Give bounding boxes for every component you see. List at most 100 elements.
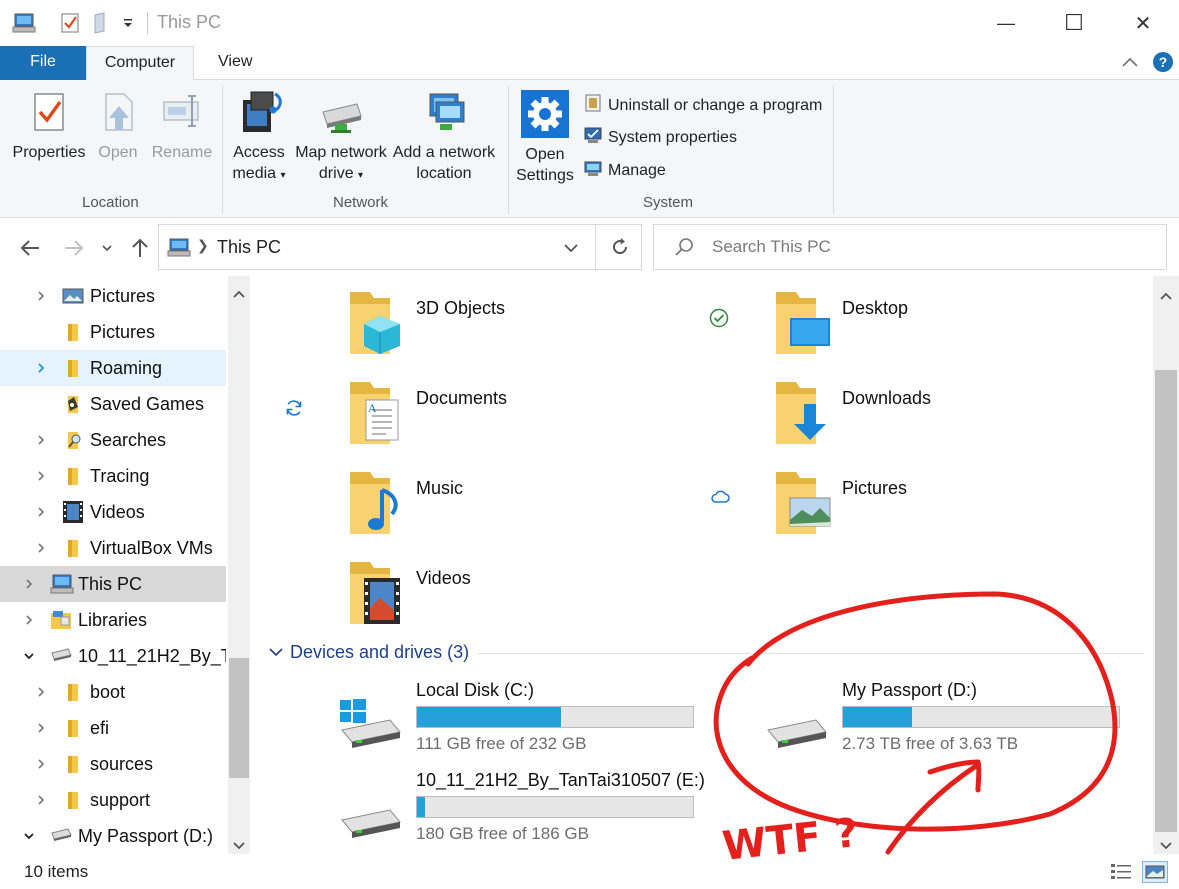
chevron-down-icon[interactable]	[22, 829, 36, 843]
help-icon[interactable]: ?	[1152, 51, 1174, 78]
chevron-down-icon[interactable]	[268, 646, 284, 658]
nav-pane-scrollbar[interactable]	[228, 276, 250, 854]
chevron-down-icon[interactable]	[22, 649, 36, 663]
manage-button[interactable]: Manage	[584, 159, 666, 182]
nav-item-pictures[interactable]: Pictures	[0, 314, 226, 350]
details-view-icon[interactable]	[1110, 862, 1132, 887]
back-button[interactable]	[18, 236, 42, 260]
nav-pane-scroll-thumb[interactable]	[229, 658, 249, 778]
item-count: 10 items	[24, 862, 89, 881]
content-scrollbar[interactable]	[1153, 276, 1179, 854]
nav-item-efi[interactable]: efi	[0, 710, 226, 746]
search-input[interactable]	[712, 233, 1152, 261]
cloud-icon	[709, 488, 731, 511]
minimize-button[interactable]: —	[977, 0, 1035, 46]
windows-drive-icon	[340, 699, 401, 748]
nav-item-virtualbox-vms[interactable]: VirtualBox VMs	[0, 530, 226, 566]
folder-icon	[62, 357, 84, 379]
usage-bar	[416, 706, 694, 728]
large-icons-view-icon[interactable]	[1142, 861, 1168, 883]
access-media-icon	[237, 90, 282, 134]
pictures-folder-icon	[776, 472, 831, 534]
chevron-right-icon[interactable]	[34, 433, 48, 447]
folder-3d-objects[interactable]: 3D Objects	[346, 288, 746, 368]
properties-button[interactable]: Properties	[10, 90, 88, 163]
navigation-pane: Pictures Pictures Roaming Saved Games Se…	[0, 276, 252, 854]
rename-button[interactable]: Rename	[150, 90, 214, 163]
nav-item-pictures[interactable]: Pictures	[0, 278, 226, 314]
folder-downloads[interactable]: Downloads	[772, 378, 1172, 458]
nav-item-boot[interactable]: boot	[0, 674, 226, 710]
properties-quick-icon[interactable]	[56, 10, 84, 36]
chevron-right-icon[interactable]	[34, 685, 48, 699]
tab-file[interactable]: File	[0, 46, 86, 80]
nav-item-my-passport[interactable]: My Passport (D:)	[0, 818, 226, 854]
syncing-icon	[284, 398, 304, 423]
scroll-down-icon[interactable]	[1159, 836, 1173, 856]
search-icon	[674, 237, 694, 262]
maximize-button[interactable]: ☐	[1045, 0, 1103, 46]
breadcrumb[interactable]: This PC	[217, 237, 281, 258]
address-dropdown-icon[interactable]	[563, 239, 579, 259]
chevron-right-icon[interactable]	[34, 361, 48, 375]
tab-view[interactable]: View	[200, 46, 270, 80]
desktop-folder-icon	[776, 292, 830, 354]
access-media-button[interactable]: Access media ▾	[228, 90, 290, 186]
collapse-ribbon-icon[interactable]	[1120, 54, 1140, 75]
scroll-up-icon[interactable]	[1159, 286, 1173, 306]
nav-item-videos[interactable]: Videos	[0, 494, 226, 530]
usage-bar	[842, 706, 1120, 728]
chevron-right-icon[interactable]	[34, 469, 48, 483]
up-button[interactable]	[128, 236, 152, 260]
search-box[interactable]	[653, 224, 1167, 270]
scroll-up-icon[interactable]	[232, 284, 246, 304]
drive-e[interactable]: 10_11_21H2_By_TanTai310507 (E:) 180 GB f…	[338, 770, 718, 850]
uninstall-program-button[interactable]: Uninstall or change a program	[584, 93, 822, 118]
usage-bar-fill	[417, 797, 426, 817]
folder-videos[interactable]: Videos	[346, 558, 746, 638]
chevron-right-icon[interactable]	[34, 793, 48, 807]
usage-bar	[416, 796, 694, 818]
recent-locations-dropdown[interactable]	[98, 236, 116, 260]
chevron-right-icon[interactable]	[22, 613, 36, 627]
chevron-right-icon[interactable]	[34, 541, 48, 555]
ribbon-separator	[833, 86, 834, 214]
forward-button[interactable]	[62, 236, 86, 260]
nav-item-roaming[interactable]: Roaming	[0, 350, 226, 386]
pictures-icon	[62, 285, 84, 307]
nav-item-searches[interactable]: Searches	[0, 422, 226, 458]
system-properties-button[interactable]: System properties	[584, 126, 737, 149]
folder-pictures[interactable]: Pictures	[772, 468, 1172, 548]
quick-access-dropdown-icon[interactable]	[118, 10, 138, 36]
add-network-location-button[interactable]: Add a network location	[392, 90, 496, 184]
drive-c[interactable]: Local Disk (C:) 111 GB free of 232 GB	[338, 680, 718, 760]
address-bar[interactable]: ❯ This PC	[158, 224, 642, 270]
refresh-button[interactable]	[595, 225, 643, 269]
content-scroll-thumb[interactable]	[1155, 370, 1177, 832]
folder-music[interactable]: Music	[346, 468, 746, 548]
breadcrumb-chevron-icon[interactable]: ❯	[197, 237, 209, 254]
nav-item-libraries[interactable]: Libraries	[0, 602, 226, 638]
devices-and-drives-header[interactable]: Devices and drives (3)	[268, 640, 1144, 666]
chevron-right-icon[interactable]	[22, 577, 36, 591]
folder-documents[interactable]: A Documents	[346, 378, 746, 458]
nav-item-usb-drive-e[interactable]: 10_11_21H2_By_TanTai310507 (E:)	[0, 638, 226, 674]
nav-item-tracing[interactable]: Tracing	[0, 458, 226, 494]
drive-d[interactable]: My Passport (D:) 2.73 TB free of 3.63 TB	[764, 680, 1144, 760]
chevron-right-icon[interactable]	[34, 505, 48, 519]
nav-item-saved-games[interactable]: Saved Games	[0, 386, 226, 422]
chevron-right-icon[interactable]	[34, 289, 48, 303]
chevron-right-icon[interactable]	[34, 721, 48, 735]
open-settings-button[interactable]: Open Settings	[514, 90, 576, 186]
scroll-down-icon[interactable]	[232, 836, 246, 856]
open-button[interactable]: Open	[94, 90, 142, 163]
tab-computer[interactable]: Computer	[86, 46, 194, 81]
close-button[interactable]: ✕	[1114, 0, 1172, 46]
map-network-drive-button[interactable]: Map network drive ▾	[294, 90, 388, 186]
chevron-right-icon[interactable]	[34, 757, 48, 771]
nav-item-sources[interactable]: sources	[0, 746, 226, 782]
nav-item-support[interactable]: support	[0, 782, 226, 818]
nav-item-this-pc[interactable]: This PC	[0, 566, 226, 602]
folder-desktop[interactable]: Desktop	[772, 288, 1172, 368]
new-folder-quick-icon[interactable]	[88, 10, 114, 36]
